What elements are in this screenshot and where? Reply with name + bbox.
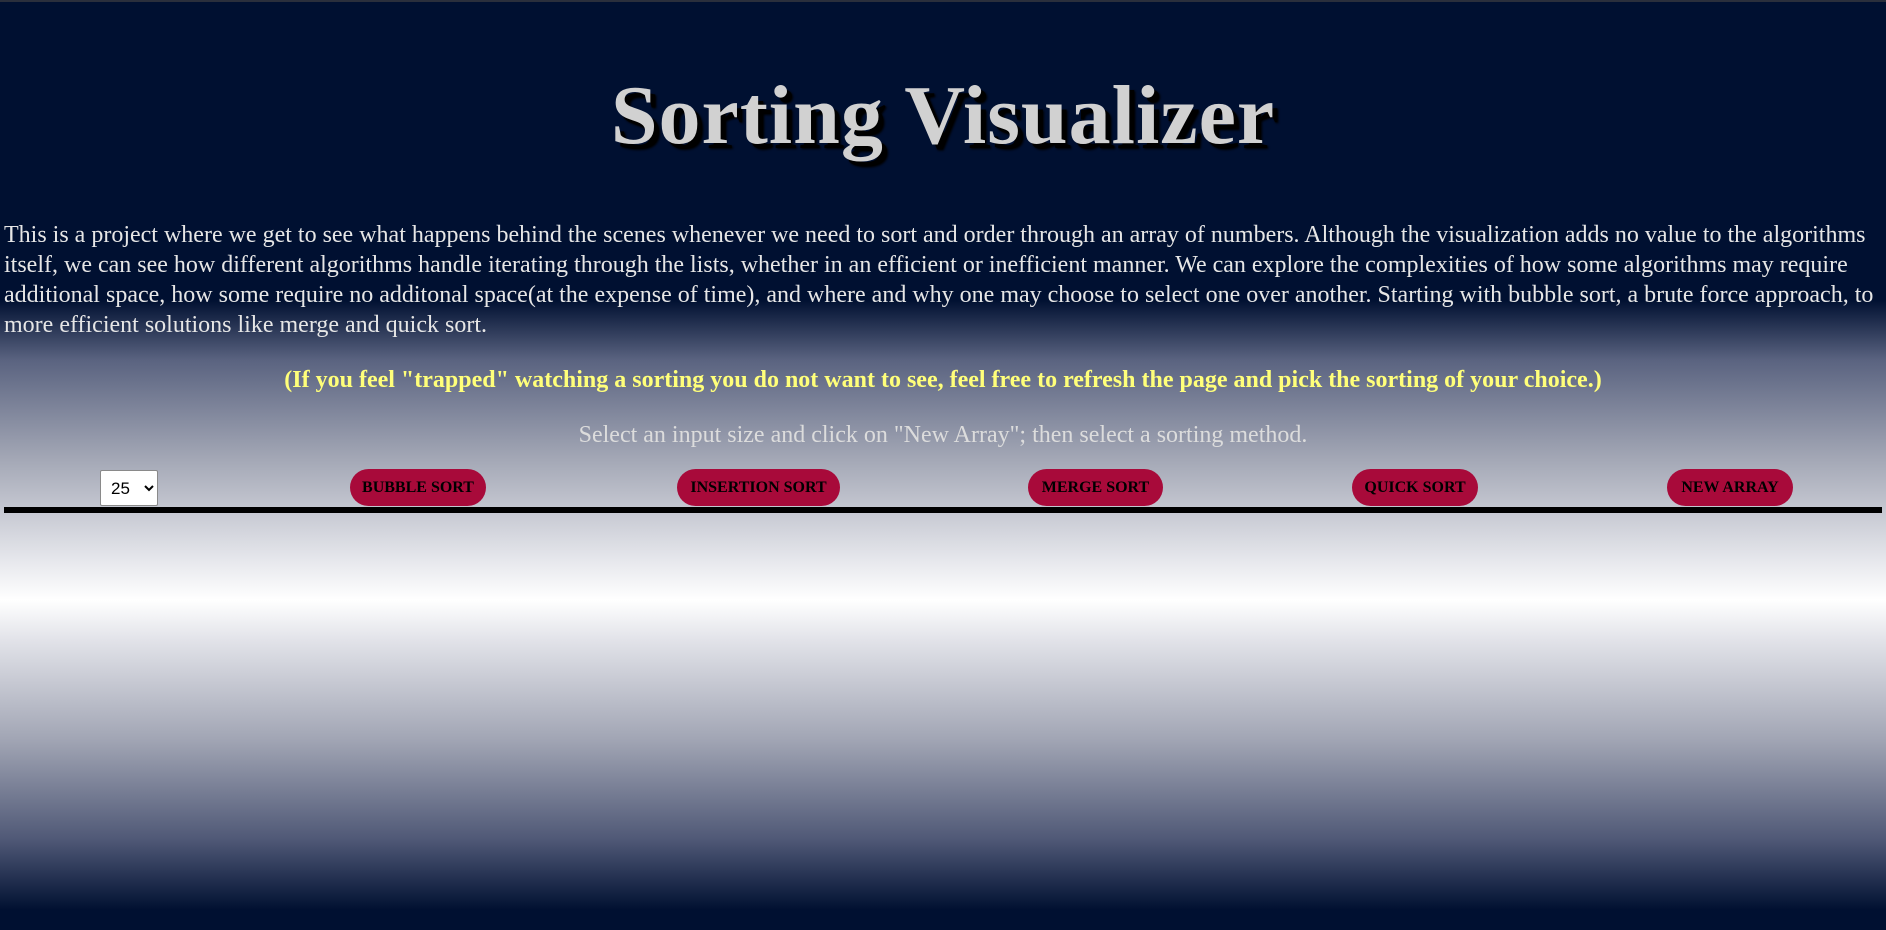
page-title: Sorting Visualizer [610,69,1276,162]
insertion-sort-button[interactable]: INSERTION SORT [677,469,840,506]
new-array-button[interactable]: NEW ARRAY [1667,469,1793,506]
bubble-sort-button[interactable]: BUBBLE SORT [350,469,486,506]
quick-sort-button[interactable]: QUICK SORT [1352,469,1478,506]
array-visualization-area [4,513,1882,930]
controls-bar: 25 BUBBLE SORT INSERTION SORT MERGE SORT… [4,468,1884,506]
top-border [0,0,1886,2]
instruction-text: Select an input size and click on "New A… [578,422,1308,448]
refresh-warning: (If you feel "trapped" watching a sortin… [284,367,1602,393]
intro-paragraph: This is a project where we get to see wh… [4,222,1874,338]
input-size-select[interactable]: 25 [100,470,158,506]
merge-sort-button[interactable]: MERGE SORT [1028,469,1163,506]
